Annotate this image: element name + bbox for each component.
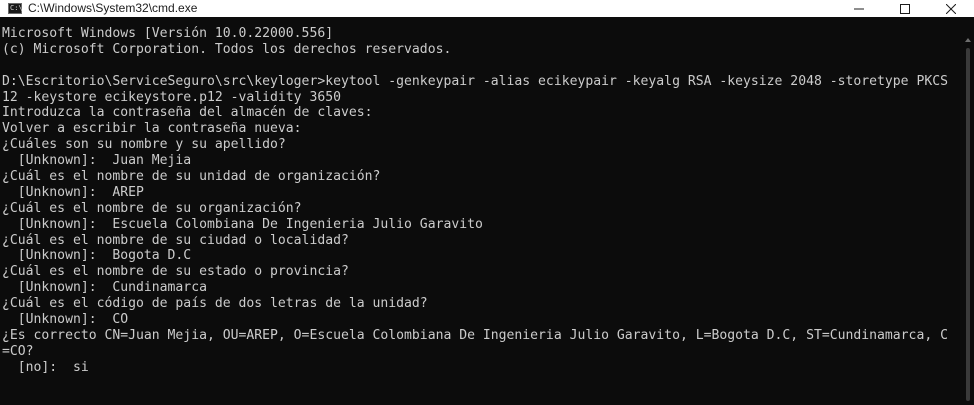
console-line: [Unknown]: AREP <box>2 184 144 200</box>
console-line: [Unknown]: Escuela Colombiana De Ingenie… <box>2 216 483 232</box>
console-line: ¿Cuáles son su nombre y su apellido? <box>2 137 286 153</box>
maximize-icon <box>900 3 910 14</box>
console-line: [Unknown]: Bogota D.C <box>2 248 192 264</box>
window-controls <box>836 0 974 17</box>
console-line: ¿Cuál es el nombre de su estado o provin… <box>2 264 349 280</box>
console-line: [no]: si <box>2 359 89 375</box>
maximize-button[interactable] <box>882 0 928 17</box>
vertical-scrollbar[interactable] <box>962 30 974 405</box>
console-line: ¿Cuál es el código de país de dos letras… <box>2 296 428 312</box>
console-line: Microsoft Windows [Versión 10.0.22000.55… <box>2 26 334 41</box>
scroll-up-icon[interactable] <box>965 38 971 42</box>
console-line: Introduzca la contraseña del almacén de … <box>2 105 373 121</box>
window-title: C:\Windows\System32\cmd.exe <box>28 1 198 15</box>
close-button[interactable] <box>928 0 974 17</box>
cmd-window: C:\ C:\Windows\System32\cmd.exe Microsof… <box>0 0 974 405</box>
cmd-icon: C:\ <box>8 3 23 14</box>
console-output: Microsoft Windows [Versión 10.0.22000.55… <box>0 26 962 376</box>
console-line: [Unknown]: CO <box>2 312 129 328</box>
console-line: Volver a escribir la contraseña nueva: <box>2 121 302 137</box>
console-line: D:\Escritorio\ServiceSeguro\src\keyloger… <box>2 73 948 89</box>
console-area[interactable]: Microsoft Windows [Versión 10.0.22000.55… <box>0 26 962 405</box>
console-line: [Unknown]: Juan Mejia <box>2 153 192 169</box>
title-bar[interactable]: C:\ C:\Windows\System32\cmd.exe <box>0 0 974 17</box>
console-line: [Unknown]: Cundinamarca <box>2 280 207 296</box>
console-line: (c) Microsoft Corporation. Todos los der… <box>2 41 452 57</box>
console-line: ¿Cuál es el nombre de su unidad de organ… <box>2 169 381 185</box>
console-line: ¿Cuál es el nombre de su organización? <box>2 200 302 216</box>
minimize-button[interactable] <box>836 0 882 17</box>
console-line: 12 -keystore ecikeystore.p12 -validity 3… <box>2 89 341 105</box>
scroll-thumb[interactable] <box>966 48 970 401</box>
console-line: =CO? <box>2 343 34 359</box>
minimize-icon <box>854 8 864 9</box>
console-line: ¿Es correcto CN=Juan Mejia, OU=AREP, O=E… <box>2 327 948 343</box>
console-line: ¿Cuál es el nombre de su ciudad o locali… <box>2 232 349 248</box>
close-icon <box>946 3 956 14</box>
